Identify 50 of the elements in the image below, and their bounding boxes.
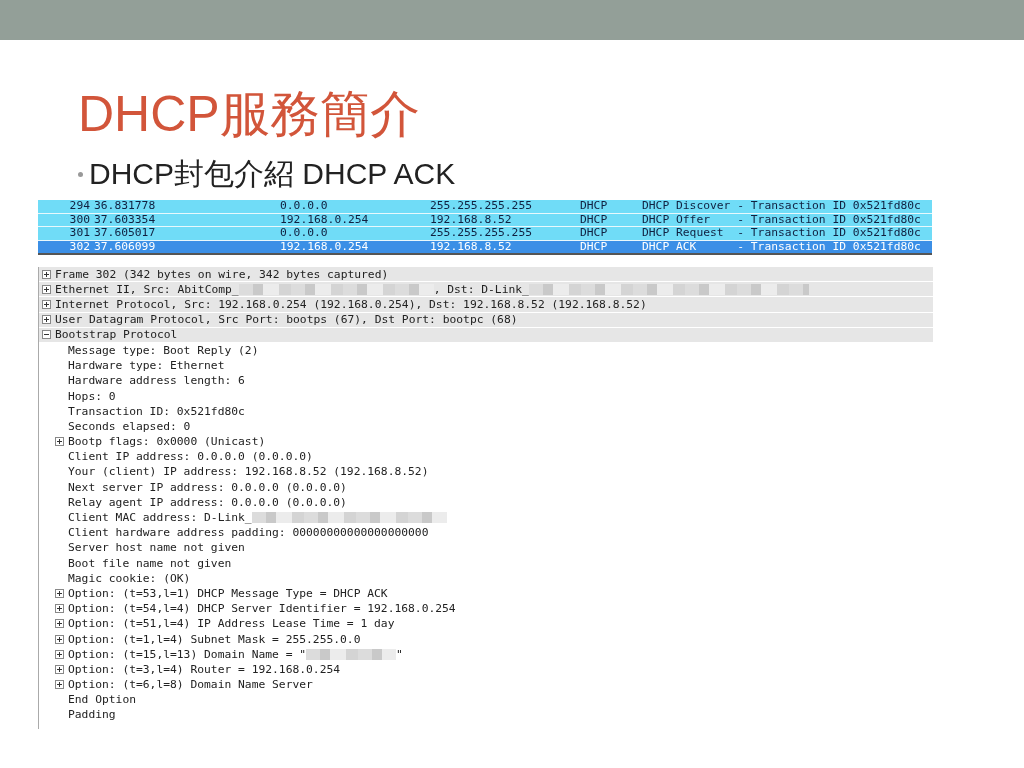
detail-text: Option: (t=3,l=4) Router = 192.168.0.254 (68, 661, 341, 678)
expand-icon[interactable] (55, 664, 64, 674)
detail-text: Option: (t=54,l=4) DHCP Server Identifier = 192.168.0.254 (68, 601, 456, 617)
detail-text: Server host name not given (68, 540, 245, 556)
detail-text: Option: (t=51,l=4) IP Address Lease Time = 1 day (68, 616, 395, 632)
expand-icon[interactable] (55, 649, 64, 659)
detail-text: Option: (t=15,l=13) Domain Name = " (68, 646, 307, 662)
detail-text: Client hardware address padding: 00000000000000000000 (68, 525, 429, 541)
detail-text: Hardware type: Ethernet (68, 358, 225, 374)
detail-text: Hops: 0 (68, 388, 116, 404)
packet-row[interactable]: 301 37.605017 0.0.0.0 255.255.255.255 DHCP DHCP Request - Transaction ID 0x521fd80c (38, 227, 932, 241)
detail-text: Bootstrap Protocol (55, 327, 178, 343)
detail-text: Your (client) IP address: 192.168.8.52 (192.168.8.52) (68, 464, 429, 480)
expand-icon[interactable] (42, 299, 51, 309)
detail-text: User Datagram Protocol, Src Port: bootps (67), Dst Port: bootpc (68) (55, 312, 518, 328)
expand-icon[interactable] (55, 619, 64, 629)
detail-text: " (396, 646, 403, 662)
detail-text: Client IP address: 0.0.0.0 (0.0.0.0) (68, 449, 313, 465)
detail-text: Option: (t=6,l=8) Domain Name Server (68, 677, 313, 693)
slide-title: DHCP服務簡介 (78, 85, 420, 144)
detail-text: Internet Protocol, Src: 192.168.0.254 (192.168.0.254), Dst: 192.168.8.52 (192.168.8.52) (55, 296, 647, 313)
detail-text: Ethernet II, Src: AbitComp_ (55, 281, 239, 297)
detail-text: Next server IP address: 0.0.0.0 (0.0.0.0) (68, 479, 347, 495)
expand-icon[interactable] (42, 315, 51, 325)
detail-text: Transaction ID: 0x521fd80c (68, 403, 245, 419)
detail-text: Client MAC address: D-Link_ (68, 510, 252, 526)
expand-icon[interactable] (55, 680, 64, 690)
detail-text: Message type: Boot Reply (2) (68, 342, 259, 359)
detail-text: End Option (68, 692, 136, 708)
detail-text: Boot file name not given (68, 555, 232, 571)
expand-icon[interactable] (42, 269, 51, 279)
bullet-icon (78, 171, 83, 177)
expand-icon[interactable] (55, 437, 64, 447)
expand-icon[interactable] (55, 634, 64, 644)
detail-text: Seconds elapsed: 0 (68, 418, 191, 435)
expand-icon[interactable] (55, 604, 64, 614)
detail-text: , Dst: D-Link_ (433, 281, 529, 297)
detail-text: Bootp flags: 0x0000 (Unicast) (68, 434, 266, 450)
slide-subtitle: DHCP封包介紹 DHCP ACK (89, 156, 456, 192)
expand-icon[interactable] (55, 589, 64, 599)
collapse-icon[interactable] (42, 330, 51, 340)
detail-text: Option: (t=1,l=4) Subnet Mask = 255.255.0.0 (68, 631, 361, 647)
expand-icon[interactable] (42, 284, 51, 294)
detail-text: Padding (68, 707, 116, 723)
detail-text: Frame 302 (342 bytes on wire, 342 bytes captured) (55, 266, 389, 282)
detail-text: Option: (t=53,l=1) DHCP Message Type = DHCP ACK (68, 585, 388, 602)
detail-text: Relay agent IP address: 0.0.0.0 (0.0.0.0) (68, 494, 347, 510)
detail-text: Magic cookie: (OK) (68, 570, 191, 586)
packet-row[interactable]: 294 36.831778 0.0.0.0 255.255.255.255 DHCP DHCP Discover - Transaction ID 0x521fd80c (38, 200, 932, 214)
detail-text: Hardware address length: 6 (68, 373, 245, 389)
